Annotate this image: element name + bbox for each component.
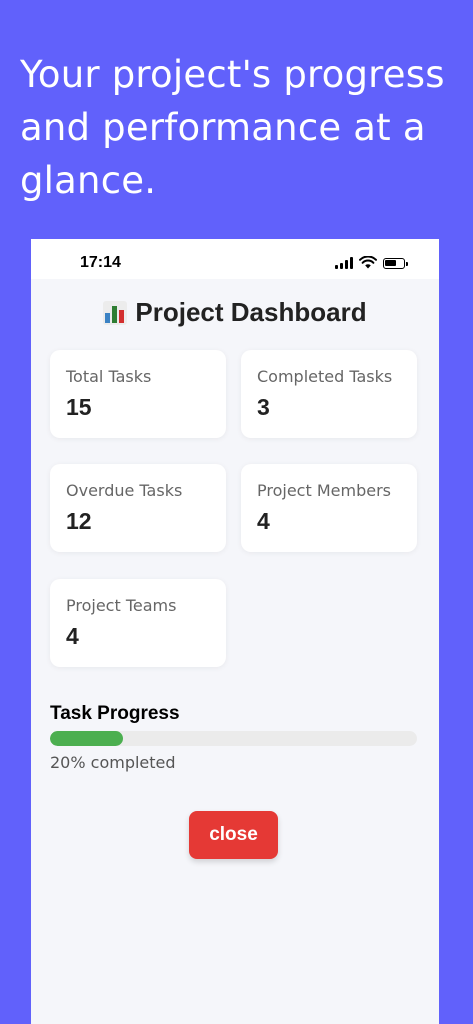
stat-value: 4 [66,623,79,649]
signal-icon [335,257,353,269]
page-title: Project Dashboard [31,297,439,328]
stat-card-project-teams: Project Teams 4 [50,579,226,667]
close-button[interactable]: close [189,811,278,859]
stat-label: Overdue Tasks [66,481,183,500]
stat-value: 3 [257,394,270,420]
stat-card-total-tasks: Total Tasks 15 [50,350,226,438]
stat-label: Project Members [257,481,391,500]
stat-label: Completed Tasks [257,367,393,386]
status-icons [335,256,408,269]
status-time: 17:14 [80,254,121,271]
progress-bar [50,731,417,746]
stat-value: 4 [257,508,270,534]
stat-label: Project Teams [66,596,177,615]
stat-value: 15 [66,394,92,420]
dashboard-title: Project Dashboard [135,297,367,327]
status-bar: 17:14 [31,239,439,279]
headline: Your project's progress and performance … [20,53,445,202]
stat-value: 12 [66,508,92,534]
progress-fill [50,731,124,746]
wifi-icon [359,256,377,269]
stat-card-completed-tasks: Completed Tasks 3 [241,350,417,438]
progress-text: 20% completed [50,753,176,772]
battery-icon [383,258,408,269]
progress-title: Task Progress [50,703,180,724]
phone-screen: 17:14 Project Dashboard Total Tasks 15 C… [31,239,439,1024]
stat-card-project-members: Project Members 4 [241,464,417,552]
stat-card-overdue-tasks: Overdue Tasks 12 [50,464,226,552]
stat-label: Total Tasks [66,367,152,386]
bar-chart-icon [103,300,128,325]
